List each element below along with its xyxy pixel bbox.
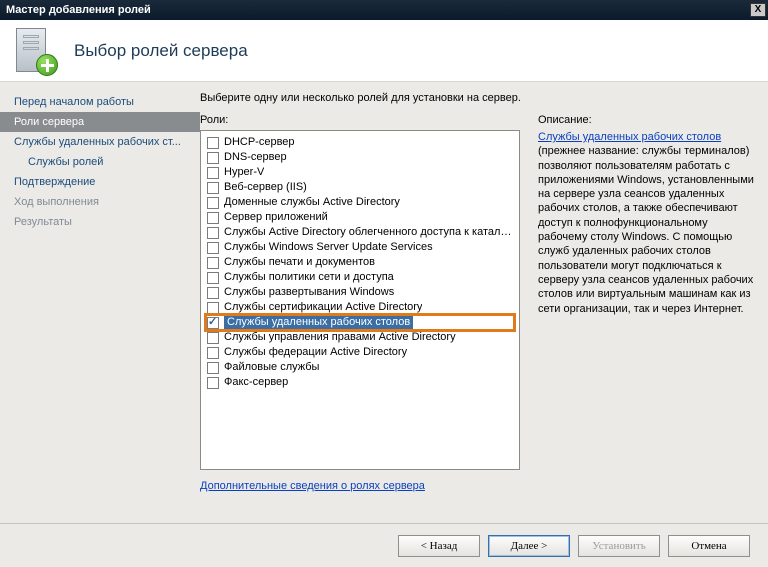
sidebar-step[interactable]: Перед началом работы <box>0 92 200 112</box>
role-label: DHCP-сервер <box>224 135 295 150</box>
role-label: Службы печати и документов <box>224 255 375 270</box>
back-button[interactable]: < Назад <box>398 535 480 557</box>
role-checkbox[interactable] <box>207 152 219 164</box>
wizard-sidebar: Перед началом работыРоли сервераСлужбы у… <box>0 82 200 522</box>
role-checkbox[interactable] <box>207 287 219 299</box>
role-row[interactable]: Службы Active Directory облегченного дос… <box>203 225 517 240</box>
role-label: Hyper-V <box>224 165 264 180</box>
role-row[interactable]: Hyper-V <box>203 165 517 180</box>
role-checkbox[interactable] <box>207 362 219 374</box>
role-checkbox[interactable] <box>207 197 219 209</box>
role-row[interactable]: Сервер приложений <box>203 210 517 225</box>
close-icon[interactable]: X <box>750 3 766 17</box>
role-label: Службы удаленных рабочих столов <box>224 315 413 330</box>
role-checkbox[interactable] <box>207 347 219 359</box>
role-label: Веб-сервер (IIS) <box>224 180 307 195</box>
role-row[interactable]: Доменные службы Active Directory <box>203 195 517 210</box>
description-role-link[interactable]: Службы удаленных рабочих столов <box>538 131 721 143</box>
role-row[interactable]: Службы политики сети и доступа <box>203 270 517 285</box>
role-checkbox[interactable] <box>207 272 219 284</box>
role-label: Службы Active Directory облегченного дос… <box>224 225 513 240</box>
role-description: Службы удаленных рабочих столов (прежнее… <box>538 130 754 316</box>
page-title: Выбор ролей сервера <box>74 41 248 61</box>
role-label: Факс-сервер <box>224 375 288 390</box>
role-checkbox[interactable] <box>207 212 219 224</box>
sidebar-step: Ход выполнения <box>0 192 200 212</box>
description-body: (прежнее название: службы терминалов) по… <box>538 145 754 314</box>
more-info-link[interactable]: Дополнительные сведения о ролях сервера <box>200 480 425 492</box>
wizard-main: Выберите одну или несколько ролей для ус… <box>200 82 768 522</box>
role-row[interactable]: Факс-сервер <box>203 375 517 390</box>
role-label: Службы сертификации Active Directory <box>224 300 422 315</box>
role-checkbox[interactable] <box>207 302 219 314</box>
role-row[interactable]: Веб-сервер (IIS) <box>203 180 517 195</box>
role-checkbox[interactable] <box>207 227 219 239</box>
role-checkbox[interactable] <box>207 242 219 254</box>
role-checkbox[interactable] <box>207 332 219 344</box>
role-row[interactable]: Службы Windows Server Update Services <box>203 240 517 255</box>
role-row[interactable]: Службы федерации Active Directory <box>203 345 517 360</box>
role-label: Сервер приложений <box>224 210 328 225</box>
roles-label: Роли: <box>200 114 520 126</box>
sidebar-step: Результаты <box>0 212 200 232</box>
window-title: Мастер добавления ролей <box>6 4 151 16</box>
role-checkbox[interactable] <box>207 317 219 329</box>
role-label: Доменные службы Active Directory <box>224 195 400 210</box>
role-row[interactable]: Службы управления правами Active Directo… <box>203 330 517 345</box>
role-label: Службы федерации Active Directory <box>224 345 407 360</box>
role-checkbox[interactable] <box>207 137 219 149</box>
description-label: Описание: <box>538 114 754 126</box>
title-bar: Мастер добавления ролей X <box>0 0 768 20</box>
cancel-button[interactable]: Отмена <box>668 535 750 557</box>
sidebar-step[interactable]: Роли сервера <box>0 112 200 132</box>
next-button[interactable]: Далее > <box>488 535 570 557</box>
role-checkbox[interactable] <box>207 167 219 179</box>
wizard-header: Выбор ролей сервера <box>0 20 768 82</box>
server-add-icon <box>14 28 56 74</box>
role-label: Службы управления правами Active Directo… <box>224 330 456 345</box>
role-label: Службы политики сети и доступа <box>224 270 394 285</box>
role-label: DNS-сервер <box>224 150 287 165</box>
role-row[interactable]: DNS-сервер <box>203 150 517 165</box>
wizard-footer: < Назад Далее > Установить Отмена <box>0 523 768 567</box>
role-label: Файловые службы <box>224 360 319 375</box>
role-checkbox[interactable] <box>207 182 219 194</box>
role-label: Службы развертывания Windows <box>224 285 394 300</box>
sidebar-step[interactable]: Подтверждение <box>0 172 200 192</box>
role-row[interactable]: Файловые службы <box>203 360 517 375</box>
sidebar-step[interactable]: Службы удаленных рабочих ст... <box>0 132 200 152</box>
role-row[interactable]: Службы сертификации Active Directory <box>203 300 517 315</box>
role-checkbox[interactable] <box>207 377 219 389</box>
role-row[interactable]: DHCP-сервер <box>203 135 517 150</box>
role-row[interactable]: Службы печати и документов <box>203 255 517 270</box>
role-row[interactable]: Службы развертывания Windows <box>203 285 517 300</box>
role-checkbox[interactable] <box>207 257 219 269</box>
roles-listbox[interactable]: DHCP-серверDNS-серверHyper-VВеб-сервер (… <box>200 130 520 470</box>
install-button: Установить <box>578 535 660 557</box>
prompt-text: Выберите одну или несколько ролей для ус… <box>200 92 754 104</box>
role-label: Службы Windows Server Update Services <box>224 240 433 255</box>
sidebar-step[interactable]: Службы ролей <box>0 152 200 172</box>
role-row[interactable]: Службы удаленных рабочих столов <box>203 315 517 330</box>
